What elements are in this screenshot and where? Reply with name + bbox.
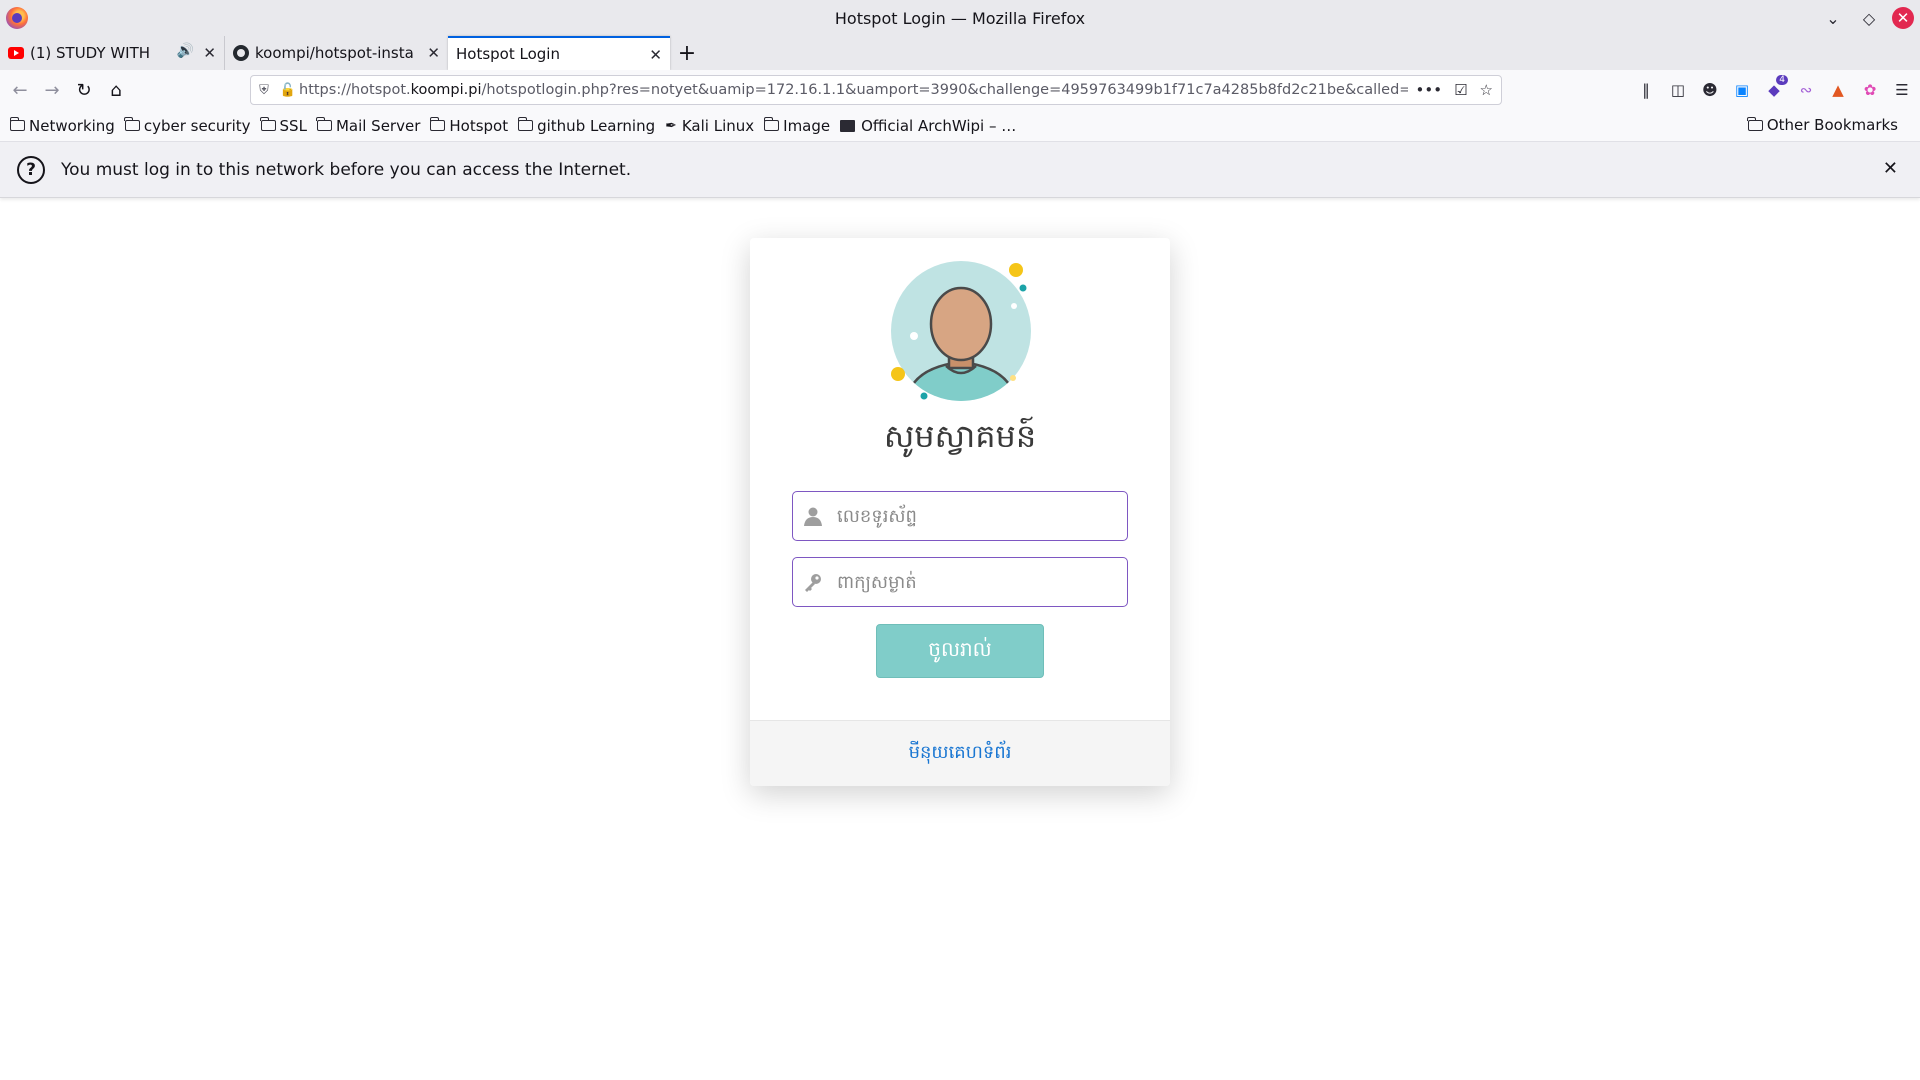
password-field[interactable] (792, 557, 1128, 607)
login-button[interactable]: ចូលរាល់ (876, 624, 1044, 678)
login-card: សូមស្វាគមន៍ ចូលរាល់ មីនុយគេហទំព័រ (750, 238, 1170, 786)
tracking-shield-icon[interactable]: ⛨ (251, 83, 277, 98)
reload-button[interactable]: ↻ (68, 74, 100, 106)
insecure-lock-icon[interactable]: 🔓 (277, 83, 299, 98)
bookmark-hotspot[interactable]: Hotspot (429, 117, 508, 135)
window-titlebar: Hotspot Login — Mozilla Firefox ⌄ ◇ ✕ (0, 0, 1920, 36)
url-text[interactable]: https://hotspot.koompi.pi/hotspotlogin.p… (299, 82, 1408, 98)
back-button[interactable]: ← (4, 74, 36, 106)
folder-icon (517, 117, 534, 131)
extension-fire-icon[interactable]: ▲ (1826, 78, 1850, 102)
speaker-icon[interactable]: 🔊 (177, 43, 194, 59)
bookmark-ssl[interactable]: SSL (260, 117, 307, 135)
folder-icon (1747, 116, 1763, 131)
bookmark-star-icon[interactable]: ☆ (1480, 81, 1493, 99)
folder-icon (429, 117, 446, 131)
forward-button[interactable]: → (36, 74, 68, 106)
extension-badge-icon[interactable]: ◆ 4 (1762, 75, 1788, 102)
pocket-icon[interactable]: ☑ (1454, 81, 1467, 99)
folder-icon (9, 117, 25, 131)
close-tab-icon[interactable]: ✕ (203, 44, 216, 62)
new-tab-button[interactable]: + (670, 36, 704, 70)
bookmark-kali-linux[interactable]: ✒ Kali Linux (665, 117, 754, 135)
card-footer: មីនុយគេហទំព័រ (750, 720, 1170, 786)
avatar (886, 256, 1036, 406)
navigation-toolbar: ← → ↻ ⌂ ⛨ 🔓 https://hotspot.koompi.pi/ho… (0, 70, 1920, 110)
extension-wifi-icon[interactable]: ∾ (1794, 78, 1818, 102)
tab-github[interactable]: koompi/hotspot-insta ✕ (224, 36, 448, 70)
notification-message: You must log in to this network before y… (61, 159, 632, 180)
url-bar[interactable]: ⛨ 🔓 https://hotspot.koompi.pi/hotspotlog… (250, 75, 1502, 105)
password-input[interactable] (833, 558, 1127, 606)
bookmark-image[interactable]: Image (763, 117, 830, 135)
close-notification-icon[interactable]: ✕ (1883, 158, 1898, 179)
tab-label: koompi/hotspot-insta (255, 44, 414, 62)
bookmarks-toolbar: Networking cyber security SSL Mail Serve… (0, 110, 1920, 142)
tab-hotspot-login[interactable]: Hotspot Login ✕ (448, 36, 670, 70)
home-button[interactable]: ⌂ (100, 74, 132, 106)
folder-icon (260, 117, 276, 131)
phone-field[interactable] (792, 491, 1128, 541)
archwiki-icon (840, 119, 856, 132)
window-controls: ⌄ ◇ ✕ (1820, 5, 1914, 31)
user-icon (793, 506, 833, 526)
user-avatar-icon (891, 261, 1031, 401)
folder-icon (124, 117, 140, 131)
captive-portal-notification: ? You must log in to this network before… (0, 142, 1920, 198)
phone-input[interactable] (833, 492, 1127, 540)
extension-n-icon[interactable]: ▣ (1730, 78, 1754, 102)
window-title: Hotspot Login — Mozilla Firefox (834, 8, 1086, 28)
close-tab-icon[interactable]: ✕ (427, 44, 440, 62)
firefox-logo-icon (6, 7, 28, 29)
bookmark-archwiki[interactable]: Official ArchWipi – … (840, 117, 1016, 135)
extension-color-icon[interactable]: ✿ (1858, 78, 1882, 102)
youtube-icon (8, 47, 24, 59)
sidebar-icon[interactable]: ◫ (1666, 78, 1690, 102)
library-icon[interactable]: ‖ (1634, 78, 1658, 102)
close-window-icon[interactable]: ✕ (1892, 7, 1914, 29)
close-tab-icon[interactable]: ✕ (649, 46, 662, 64)
minimize-icon[interactable]: ⌄ (1820, 5, 1846, 31)
tab-label: (1) STUDY WITH ME (30, 44, 150, 62)
maximize-icon[interactable]: ◇ (1856, 5, 1882, 31)
bookmark-cyber-security[interactable]: cyber security (124, 117, 251, 135)
tab-label: Hotspot Login (456, 45, 560, 63)
bookmark-github-learning[interactable]: github Learning (517, 117, 655, 135)
tab-youtube[interactable]: (1) STUDY WITH ME 🔊 ✕ (0, 36, 224, 70)
key-icon (793, 572, 833, 592)
account-icon[interactable]: ☻ (1698, 78, 1722, 102)
folder-icon (763, 117, 780, 131)
folder-icon (316, 117, 332, 131)
homepage-link[interactable]: មីនុយគេហទំព័រ (909, 740, 1012, 767)
welcome-heading: សូមស្វាគមន៍ (883, 417, 1037, 455)
other-bookmarks[interactable]: Other Bookmarks (1747, 116, 1898, 134)
question-icon: ? (17, 155, 45, 184)
page-actions-icon[interactable]: ••• (1416, 81, 1443, 99)
bookmark-mail-server[interactable]: Mail Server (316, 117, 420, 135)
github-icon (233, 45, 249, 61)
toolbar-right: ‖ ◫ ☻ ▣ ◆ 4 ∾ ▲ ✿ ☰ (1634, 75, 1914, 102)
bookmark-networking[interactable]: Networking (9, 117, 115, 135)
kali-icon: ✒ (665, 117, 677, 134)
menu-icon[interactable]: ☰ (1890, 78, 1914, 102)
tab-strip: (1) STUDY WITH ME 🔊 ✕ koompi/hotspot-ins… (0, 36, 1920, 70)
